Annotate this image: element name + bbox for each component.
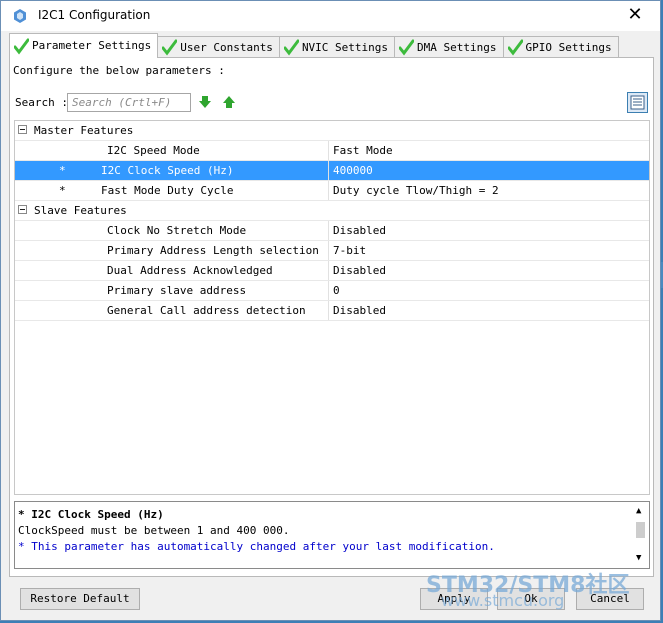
- tab-gpio-settings[interactable]: GPIO Settings: [502, 36, 619, 58]
- list-icon: [630, 95, 645, 110]
- check-icon: [162, 39, 178, 56]
- scroll-thumb[interactable]: [636, 522, 645, 538]
- column-divider: [328, 161, 329, 180]
- tab-label: NVIC Settings: [301, 41, 389, 54]
- parameter-name: Clock No Stretch Mode: [107, 224, 247, 237]
- parameter-row[interactable]: Dual Address Acknowledged Disabled: [15, 261, 649, 281]
- cancel-button[interactable]: Cancel: [576, 588, 644, 610]
- tab-label: DMA Settings: [417, 41, 497, 54]
- description-text: ClockSpeed must be between 1 and 400 000…: [18, 524, 290, 537]
- title-bar: I2C1 Configuration ✕: [1, 1, 660, 31]
- window-title: I2C1 Configuration: [38, 8, 151, 22]
- search-label: Search :: [15, 96, 68, 109]
- parameter-value[interactable]: Disabled: [333, 301, 386, 320]
- column-divider: [328, 261, 329, 280]
- parameter-name: I2C Speed Mode: [107, 144, 200, 157]
- list-view-toggle-button[interactable]: [627, 92, 648, 113]
- parameter-row[interactable]: General Call address detection Disabled: [15, 301, 649, 321]
- modified-marker: *: [59, 184, 66, 197]
- restore-default-button[interactable]: Restore Default: [20, 588, 140, 610]
- parameter-row[interactable]: Primary Address Length selection 7-bit: [15, 241, 649, 261]
- check-icon: [507, 39, 523, 56]
- collapse-icon[interactable]: [18, 205, 27, 214]
- app-icon: [14, 9, 26, 23]
- tab-dma-settings[interactable]: DMA Settings: [394, 36, 504, 58]
- parameter-grid: Master Features I2C Speed Mode Fast Mode…: [14, 120, 650, 495]
- group-header-master-features[interactable]: Master Features: [15, 121, 649, 141]
- parameter-name: General Call address detection: [107, 304, 306, 317]
- parameter-row[interactable]: I2C Speed Mode Fast Mode: [15, 141, 649, 161]
- parameter-name: Fast Mode Duty Cycle: [101, 184, 234, 197]
- parameter-row[interactable]: * Fast Mode Duty Cycle Duty cycle Tlow/T…: [15, 181, 649, 201]
- parameter-value[interactable]: Disabled: [333, 261, 386, 280]
- search-input[interactable]: Search (Crtl+F): [67, 93, 191, 112]
- arrow-down-icon[interactable]: [198, 95, 212, 109]
- tab-nvic-settings[interactable]: NVIC Settings: [278, 36, 396, 58]
- scroll-down-icon[interactable]: ▼: [636, 553, 641, 563]
- parameter-value[interactable]: Fast Mode: [333, 141, 393, 160]
- tab-user-constants[interactable]: User Constants: [157, 36, 280, 58]
- arrow-up-icon[interactable]: [222, 95, 236, 109]
- group-label: Slave Features: [34, 204, 127, 217]
- tab-label: GPIO Settings: [525, 41, 612, 54]
- parameter-value[interactable]: Duty cycle Tlow/Thigh = 2: [333, 181, 499, 200]
- column-divider: [328, 301, 329, 320]
- column-divider: [328, 181, 329, 200]
- description-note: * This parameter has automatically chang…: [18, 540, 495, 553]
- tab-strip: Parameter Settings User Constants NVIC S…: [9, 33, 619, 58]
- close-button[interactable]: ✕: [624, 4, 646, 26]
- column-divider: [328, 141, 329, 160]
- parameter-row-selected[interactable]: * I2C Clock Speed (Hz) 400000: [15, 161, 649, 181]
- parameter-name: Primary Address Length selection: [107, 244, 319, 257]
- check-icon: [283, 39, 299, 56]
- parameter-row[interactable]: Primary slave address 0: [15, 281, 649, 301]
- column-divider: [328, 221, 329, 240]
- parameter-name: Primary slave address: [107, 284, 247, 297]
- column-divider: [328, 281, 329, 300]
- apply-button[interactable]: Apply: [420, 588, 488, 610]
- instructions-text: Configure the below parameters :: [13, 64, 225, 77]
- parameter-value[interactable]: Disabled: [333, 221, 386, 240]
- tab-parameter-settings[interactable]: Parameter Settings: [9, 33, 159, 58]
- parameter-value[interactable]: 0: [333, 281, 340, 300]
- parameter-row[interactable]: Clock No Stretch Mode Disabled: [15, 221, 649, 241]
- parameter-settings-panel: Configure the below parameters : Search …: [9, 57, 654, 577]
- tab-label: Parameter Settings: [32, 39, 152, 52]
- scroll-up-icon[interactable]: ▲: [636, 506, 641, 516]
- collapse-icon[interactable]: [18, 125, 27, 134]
- ok-button[interactable]: Ok: [497, 588, 565, 610]
- column-divider: [328, 241, 329, 260]
- modified-marker: *: [59, 164, 66, 177]
- tab-label: User Constants: [180, 41, 273, 54]
- parameter-value[interactable]: 7-bit: [333, 241, 366, 260]
- group-header-slave-features[interactable]: Slave Features: [15, 201, 649, 221]
- parameter-name: I2C Clock Speed (Hz): [101, 164, 234, 177]
- description-title: * I2C Clock Speed (Hz): [18, 508, 164, 521]
- group-label: Master Features: [34, 124, 134, 137]
- check-icon: [399, 39, 415, 56]
- description-panel: * I2C Clock Speed (Hz) ClockSpeed must b…: [14, 501, 650, 569]
- parameter-value[interactable]: 400000: [333, 161, 373, 180]
- i2c1-configuration-dialog: I2C1 Configuration ✕ Parameter Settings …: [0, 0, 661, 621]
- description-scrollbar[interactable]: ▲ ▼: [633, 502, 649, 568]
- parameter-name: Dual Address Acknowledged: [107, 264, 273, 277]
- check-icon: [14, 38, 29, 55]
